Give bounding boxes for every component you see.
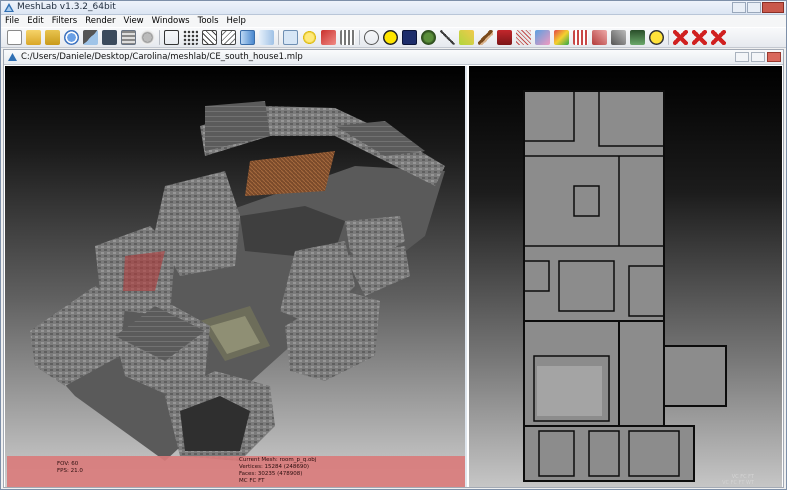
info-overlay: FOV: 60 FPS: 21.0 Current Mesh: room_p_q… bbox=[7, 456, 465, 487]
transform-icon[interactable] bbox=[592, 30, 607, 45]
close-button[interactable] bbox=[762, 2, 784, 13]
title-bar: MeshLab v1.3.2_64bit bbox=[1, 1, 786, 15]
menu-view[interactable]: View bbox=[119, 15, 147, 27]
mesh-flags-label: MC FC FT bbox=[239, 478, 265, 484]
mesh-icon[interactable] bbox=[611, 30, 626, 45]
color-icon[interactable] bbox=[383, 30, 398, 45]
reference-icon[interactable] bbox=[516, 30, 531, 45]
measure-icon[interactable] bbox=[440, 30, 455, 45]
fps-label: FPS: 21.0 bbox=[57, 468, 83, 474]
grid-icon[interactable] bbox=[573, 30, 588, 45]
document-window: C:/Users/Daniele/Desktop/Carolina/meshla… bbox=[3, 49, 784, 488]
toolbar-separator bbox=[278, 30, 279, 45]
info-icon[interactable] bbox=[649, 30, 664, 45]
main-toolbar bbox=[1, 27, 786, 48]
delete-selection-icon[interactable] bbox=[711, 30, 726, 45]
document-path: C:/Users/Daniele/Desktop/Carolina/meshla… bbox=[21, 52, 303, 62]
new-icon[interactable] bbox=[7, 30, 22, 45]
menu-help[interactable]: Help bbox=[223, 15, 250, 27]
selection-icon[interactable] bbox=[402, 30, 417, 45]
right-flags-line2: VC FC FT WT bbox=[722, 480, 755, 486]
toolbar-separator bbox=[359, 30, 360, 45]
toolbar-separator bbox=[159, 30, 160, 45]
reload-icon[interactable] bbox=[64, 30, 79, 45]
menu-bar: File Edit Filters Render View Windows Tools Hel… bbox=[1, 15, 786, 27]
document-controls bbox=[735, 52, 781, 62]
document-close-button[interactable] bbox=[767, 52, 781, 62]
rgb-icon[interactable] bbox=[554, 30, 569, 45]
render-icon[interactable] bbox=[630, 30, 645, 45]
menu-filters[interactable]: Filters bbox=[48, 15, 81, 27]
brush-icon[interactable] bbox=[478, 30, 493, 45]
import-icon[interactable] bbox=[83, 30, 98, 45]
delete-faces-icon[interactable] bbox=[692, 30, 707, 45]
floor-plan-model: VC FC FT VC FC FT WT bbox=[523, 90, 755, 486]
annotate-icon[interactable] bbox=[364, 30, 379, 45]
texture-icon[interactable] bbox=[283, 30, 298, 45]
layers-icon[interactable] bbox=[121, 30, 136, 45]
raster-icon[interactable] bbox=[140, 30, 155, 45]
3d-house-model bbox=[30, 101, 445, 461]
scale-icon[interactable] bbox=[535, 30, 550, 45]
document-title-bar: C:/Users/Daniele/Desktop/Carolina/meshla… bbox=[4, 50, 783, 65]
maximize-button[interactable] bbox=[747, 2, 761, 13]
window-title: MeshLab v1.3.2_64bit bbox=[17, 2, 116, 12]
backface-icon[interactable] bbox=[321, 30, 336, 45]
delete-vertices-icon[interactable] bbox=[673, 30, 688, 45]
points-icon[interactable] bbox=[183, 30, 198, 45]
smooth-icon[interactable] bbox=[259, 30, 274, 45]
snapshot-icon[interactable] bbox=[102, 30, 117, 45]
vertices-label: Vertices: 15284 (248690) bbox=[239, 464, 310, 470]
trackball-icon[interactable] bbox=[340, 30, 355, 45]
pickpoints-icon[interactable] bbox=[497, 30, 512, 45]
light-icon[interactable] bbox=[302, 30, 317, 45]
document-minimize-button[interactable] bbox=[735, 52, 749, 62]
faces-label: Faces: 30235 (478908) bbox=[239, 471, 303, 477]
meshlab-app-icon bbox=[4, 3, 14, 12]
bbox-icon[interactable] bbox=[164, 30, 179, 45]
menu-file[interactable]: File bbox=[1, 15, 23, 27]
align-icon[interactable] bbox=[459, 30, 474, 45]
save-icon[interactable] bbox=[45, 30, 60, 45]
window-controls bbox=[732, 2, 784, 13]
document-restore-button[interactable] bbox=[751, 52, 765, 62]
menu-edit[interactable]: Edit bbox=[23, 15, 47, 27]
menu-windows[interactable]: Windows bbox=[148, 15, 194, 27]
hidden-lines-icon[interactable] bbox=[221, 30, 236, 45]
3d-viewport[interactable]: FOV: 60 FPS: 21.0 Current Mesh: room_p_q… bbox=[5, 66, 467, 487]
fov-label: FOV: 60 bbox=[57, 461, 79, 467]
meshlab-window: MeshLab v1.3.2_64bit File Edit Filters Rend… bbox=[0, 0, 787, 490]
toolbar-separator bbox=[668, 30, 669, 45]
minimize-button[interactable] bbox=[732, 2, 746, 13]
open-icon[interactable] bbox=[26, 30, 41, 45]
wireframe-icon[interactable] bbox=[202, 30, 217, 45]
document-icon bbox=[8, 53, 17, 61]
menu-tools[interactable]: Tools bbox=[194, 15, 223, 27]
paint-icon[interactable] bbox=[421, 30, 436, 45]
current-mesh-label: Current Mesh: room_p_q.obj bbox=[239, 457, 317, 463]
flat-icon[interactable] bbox=[240, 30, 255, 45]
menu-render[interactable]: Render bbox=[81, 15, 119, 27]
plan-viewport[interactable]: VC FC FT VC FC FT WT bbox=[469, 66, 782, 487]
